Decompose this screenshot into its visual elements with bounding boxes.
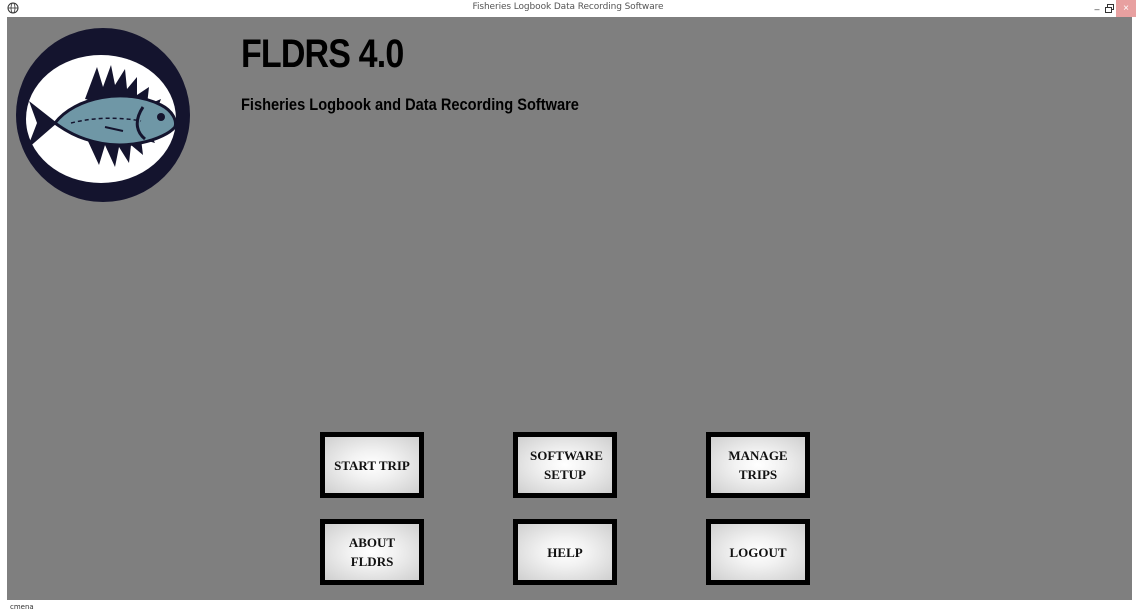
restore-button[interactable] <box>1103 0 1115 17</box>
help-button[interactable]: HELP <box>513 519 617 585</box>
about-fldrs-button[interactable]: ABOUT FLDRS <box>320 519 424 585</box>
software-setup-button[interactable]: SOFTWARE SETUP <box>513 432 617 498</box>
start-trip-button[interactable]: START TRIP <box>320 432 424 498</box>
minimize-button[interactable]: – <box>1090 0 1104 17</box>
status-bar <box>0 600 1136 616</box>
start-trip-label: START TRIP <box>334 457 410 473</box>
help-label: HELP <box>547 544 583 560</box>
window-title: Fisheries Logbook Data Recording Softwar… <box>472 2 664 12</box>
window-frame-right <box>1132 17 1136 600</box>
software-setup-label: SOFTWARE SETUP <box>530 448 603 482</box>
logout-label: LOGOUT <box>729 544 787 560</box>
manage-trips-label: MANAGE TRIPS <box>728 448 788 482</box>
fish-logo-icon <box>16 28 190 202</box>
app-subtitle: Fisheries Logbook and Data Recording Sof… <box>241 95 579 114</box>
about-fldrs-label: ABOUT FLDRS <box>348 535 396 569</box>
logout-button[interactable]: LOGOUT <box>706 519 810 585</box>
status-user-text: cmena <box>10 603 34 611</box>
window-frame-left <box>0 17 7 600</box>
manage-trips-button[interactable]: MANAGE TRIPS <box>706 432 810 498</box>
close-button[interactable]: × <box>1116 0 1136 17</box>
app-title: FLDRS 4.0 <box>241 32 404 76</box>
restore-icon <box>1104 4 1114 13</box>
